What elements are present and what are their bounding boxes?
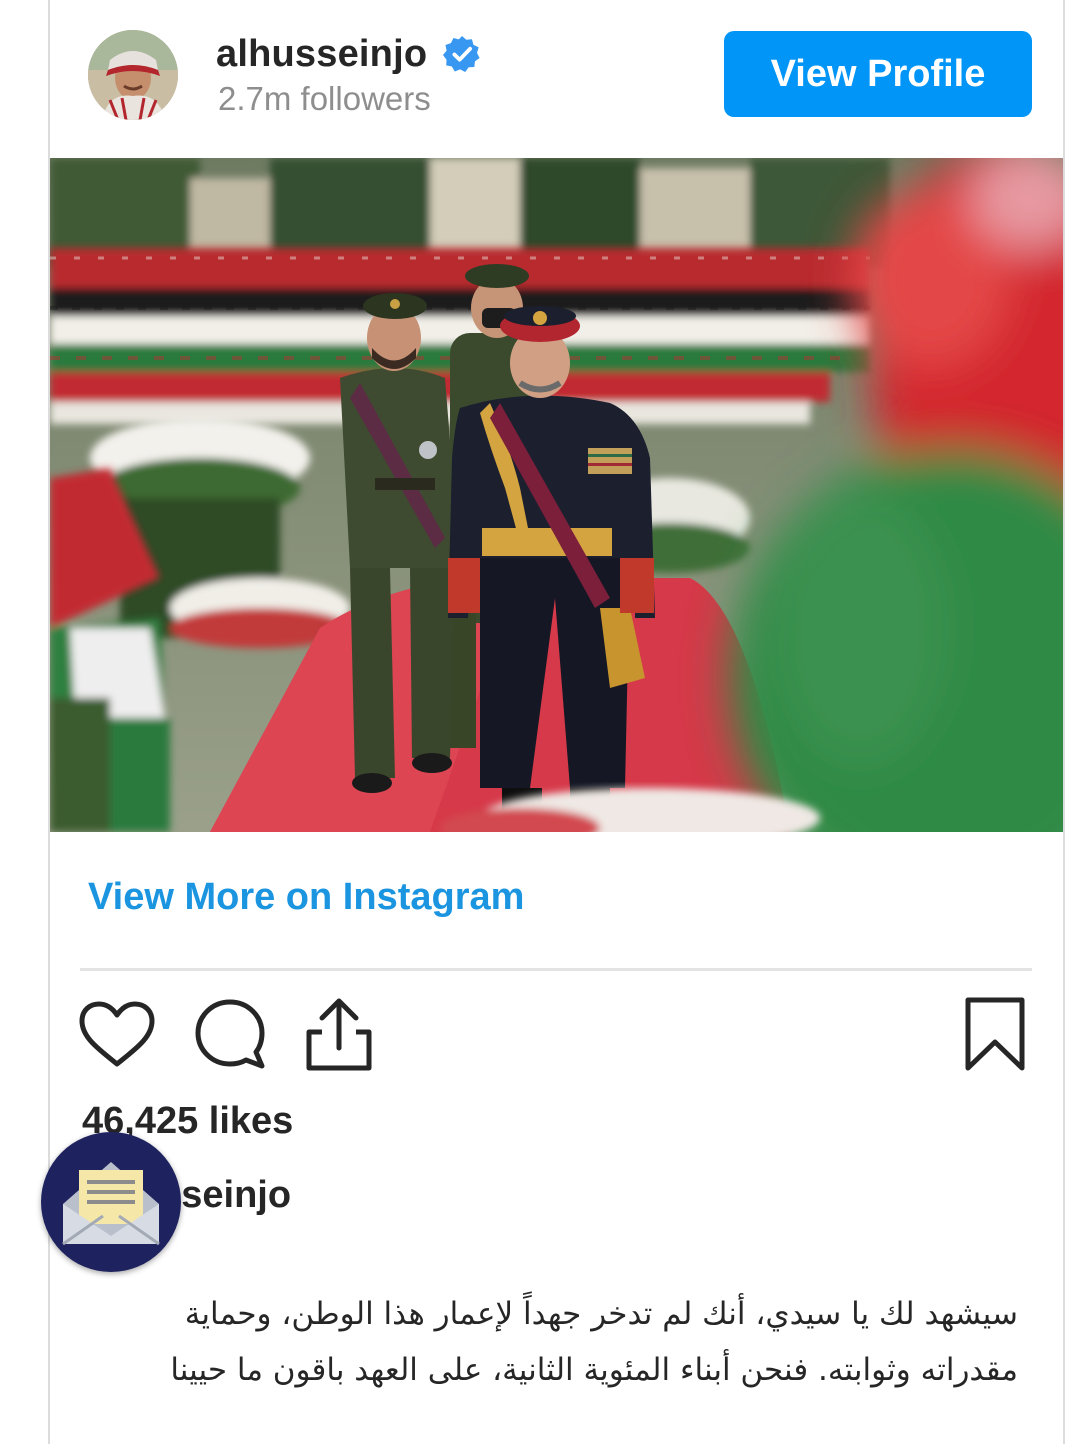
mail-floating-button[interactable] (41, 1132, 181, 1272)
ceremony-photo (50, 158, 1063, 832)
avatar[interactable] (88, 30, 178, 120)
post-image[interactable] (50, 158, 1063, 832)
heart-icon[interactable] (78, 1000, 156, 1068)
username-row: alhusseinjo (216, 30, 481, 78)
envelope-icon (62, 1162, 160, 1246)
share-icon[interactable] (302, 996, 376, 1072)
avatar-image (88, 30, 178, 120)
card-border-right (1063, 0, 1065, 1444)
username[interactable]: alhusseinjo (216, 33, 427, 76)
verified-badge-icon (443, 35, 480, 72)
followers-count: 2.7m followers (218, 80, 431, 117)
caption-text: سيشهد لك يا سيدي، أنك لم تدخر جهداً لإعم… (170, 1296, 1018, 1388)
bookmark-icon[interactable] (964, 996, 1026, 1072)
view-more-on-instagram-link[interactable]: View More on Instagram (88, 876, 524, 919)
instagram-embed-page: alhusseinjo 2.7m followers View Profile (0, 0, 1080, 1444)
comment-icon[interactable] (192, 998, 268, 1070)
view-profile-button[interactable]: View Profile (724, 31, 1032, 117)
divider (80, 968, 1032, 971)
